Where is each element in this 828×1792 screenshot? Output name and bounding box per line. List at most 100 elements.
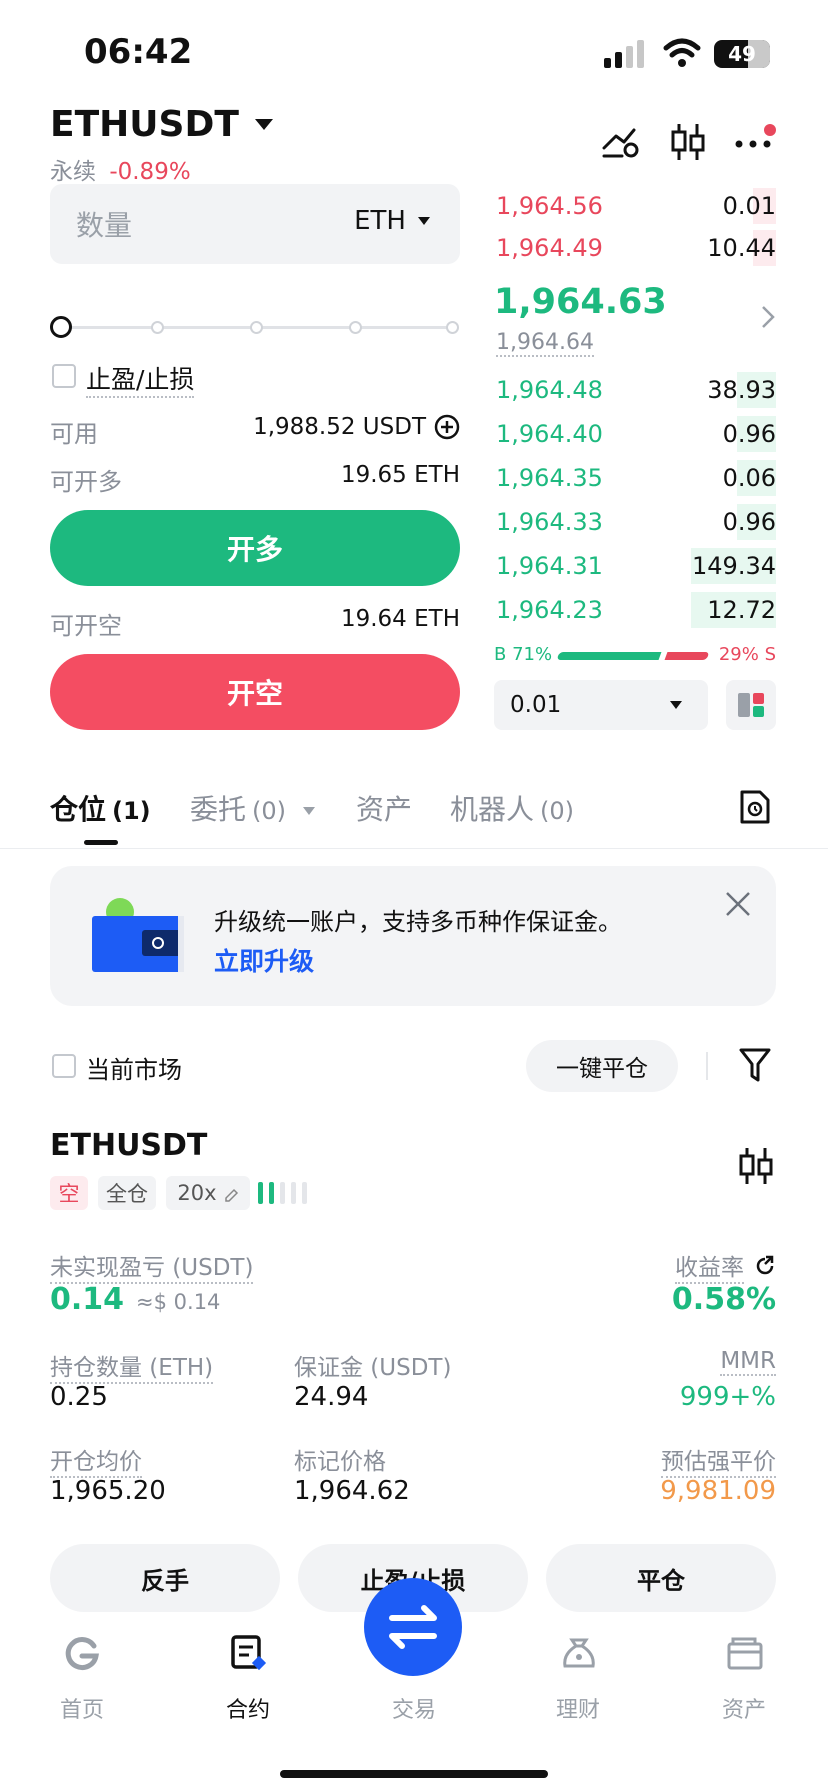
leverage-slider[interactable]: [50, 316, 462, 340]
caret-down-icon: [254, 119, 273, 130]
signal-icon: [604, 40, 648, 68]
indicator-icon[interactable]: [600, 124, 640, 160]
edit-icon: [223, 1185, 239, 1202]
tpsl-checkbox[interactable]: [52, 364, 76, 388]
tpsl-label[interactable]: 止盈/止损: [86, 360, 195, 398]
liq-price-value: 9,981.09: [660, 1476, 776, 1506]
bid-qty: 0.96: [722, 508, 776, 536]
nav-trade[interactable]: 交易: [354, 1692, 474, 1724]
home-icon[interactable]: [64, 1636, 100, 1672]
futures-icon[interactable]: [230, 1634, 268, 1672]
slider-mark: [446, 321, 459, 334]
ask-row[interactable]: 1,964.49 10.44: [494, 230, 776, 266]
close-all-button[interactable]: 一键平仓: [526, 1040, 678, 1092]
sell-ratio-label: 29% S: [718, 644, 776, 665]
symbol-title: ETHUSDT: [50, 104, 239, 145]
nav-home[interactable]: 首页: [22, 1692, 142, 1724]
bid-row[interactable]: 1,964.23 12.72: [494, 592, 776, 628]
quantity-input[interactable]: 数量 ETH: [50, 184, 460, 264]
nav-earn[interactable]: 理财: [518, 1692, 638, 1724]
open-long-button[interactable]: 开多: [50, 510, 460, 586]
candlestick-icon[interactable]: [670, 122, 706, 162]
tab-positions[interactable]: 仓位 (1): [50, 788, 151, 828]
mark-price[interactable]: 1,964.64: [496, 330, 594, 357]
bid-price: 1,964.40: [496, 420, 603, 448]
current-market-label[interactable]: 当前市场: [86, 1050, 182, 1085]
open-short-button[interactable]: 开空: [50, 654, 460, 730]
bid-row[interactable]: 1,964.35 0.06: [494, 460, 776, 496]
history-icon[interactable]: [738, 788, 772, 826]
reverse-button[interactable]: 反手: [50, 1544, 280, 1612]
upnl-label[interactable]: 未实现盈亏 (USDT): [50, 1248, 254, 1284]
can-short-value: 19.64 ETH: [340, 606, 460, 632]
entry-price-label[interactable]: 开仓均价: [50, 1442, 142, 1478]
upnl-usd: ≈$ 0.14: [136, 1290, 221, 1314]
liq-price-label[interactable]: 预估强平价: [661, 1442, 776, 1478]
bid-qty: 12.72: [707, 596, 776, 624]
position-chart-icon[interactable]: [738, 1146, 774, 1186]
margin-value: 24.94: [294, 1382, 369, 1412]
more-icon[interactable]: [734, 122, 778, 158]
symbol-selector[interactable]: ETHUSDT: [50, 104, 273, 145]
ask-price: 1,964.56: [496, 192, 603, 220]
bid-price: 1,964.23: [496, 596, 603, 624]
share-icon[interactable]: [754, 1255, 776, 1277]
nav-futures[interactable]: 合约: [188, 1692, 308, 1724]
contract-info: 永续 -0.89%: [50, 152, 191, 186]
bid-price: 1,964.48: [496, 376, 603, 404]
bid-row[interactable]: 1,964.40 0.96: [494, 416, 776, 452]
unit-selector[interactable]: ETH: [354, 206, 430, 236]
slider-handle[interactable]: [50, 316, 72, 338]
leverage-value: 20x: [177, 1181, 217, 1205]
close-position-button[interactable]: 平仓: [546, 1544, 776, 1612]
entry-price-value: 1,965.20: [50, 1476, 166, 1506]
chevron-right-icon[interactable]: [760, 304, 776, 330]
tab-bots[interactable]: 机器人 (0): [450, 788, 574, 828]
leverage-tag[interactable]: 20x: [166, 1176, 250, 1210]
swap-icon[interactable]: [364, 1578, 462, 1676]
ask-row[interactable]: 1,964.56 0.01: [494, 188, 776, 224]
bid-row[interactable]: 1,964.31 149.34: [494, 548, 776, 584]
close-icon[interactable]: [724, 890, 752, 918]
bid-qty: 0.96: [722, 420, 776, 448]
earn-icon[interactable]: [560, 1634, 598, 1672]
filter-icon[interactable]: [738, 1046, 772, 1084]
size-label[interactable]: 持仓数量 (ETH): [50, 1348, 214, 1384]
bid-row[interactable]: 1,964.48 38.93: [494, 372, 776, 408]
upnl-value-group: 0.14 ≈$ 0.14: [50, 1282, 220, 1317]
wifi-icon: [662, 38, 702, 68]
ask-qty: 10.44: [707, 234, 776, 262]
bid-qty: 149.34: [692, 552, 776, 580]
precision-select[interactable]: 0.01: [494, 680, 708, 730]
depth-layout-button[interactable]: [726, 680, 776, 730]
ask-price: 1,964.49: [496, 234, 603, 262]
mmr-label[interactable]: MMR: [720, 1348, 776, 1376]
upgrade-banner[interactable]: 升级统一账户，支持多币种作保证金。 立即升级: [50, 866, 776, 1006]
last-price[interactable]: 1,964.63: [494, 282, 667, 322]
tab-assets[interactable]: 资产: [356, 788, 412, 828]
unit-label: ETH: [354, 206, 406, 236]
position-symbol[interactable]: ETHUSDT: [50, 1128, 207, 1163]
roe-label-group[interactable]: 收益率: [560, 1248, 776, 1284]
bid-qty: 38.93: [707, 376, 776, 404]
price-change: -0.89%: [109, 159, 191, 185]
bid-qty: 0.06: [722, 464, 776, 492]
wallet-illustration: [92, 896, 188, 972]
roe-label: 收益率: [675, 1248, 744, 1284]
mmr-value: 999+%: [679, 1382, 776, 1412]
current-market-checkbox[interactable]: [52, 1054, 76, 1078]
wallet-icon[interactable]: [726, 1636, 764, 1672]
tab-orders[interactable]: 委托 (0): [190, 788, 315, 828]
add-circle-icon[interactable]: [434, 414, 460, 440]
bid-row[interactable]: 1,964.33 0.96: [494, 504, 776, 540]
tabs-divider: [0, 848, 828, 849]
buy-ratio-label: B 71%: [494, 644, 553, 665]
can-long-value: 19.65 ETH: [340, 462, 460, 488]
margin-mode-tag: 全仓: [98, 1176, 156, 1210]
upnl-value: 0.14: [50, 1282, 125, 1317]
tab-label: 委托: [190, 793, 247, 826]
tab-count: (0): [252, 797, 287, 825]
quantity-placeholder: 数量: [76, 209, 133, 242]
upgrade-link[interactable]: 立即升级: [214, 942, 314, 978]
nav-assets[interactable]: 资产: [684, 1692, 804, 1724]
